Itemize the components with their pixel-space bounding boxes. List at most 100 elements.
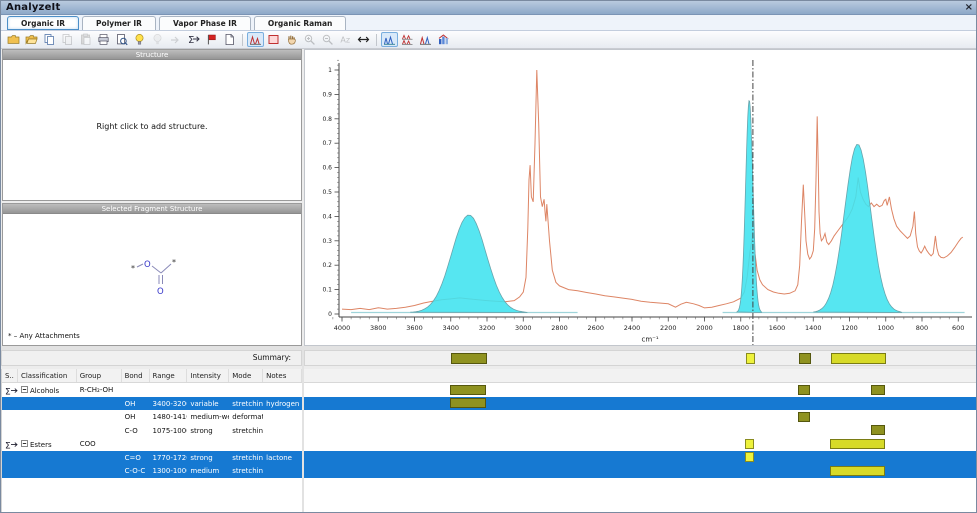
bond-row-c-o[interactable]: C-O1075-1000strongstretching [2, 424, 302, 438]
marker-lane[interactable] [304, 437, 977, 451]
collapse-icon[interactable] [21, 387, 30, 395]
print-preview-icon[interactable] [113, 32, 130, 47]
svg-text:O: O [157, 287, 164, 297]
tab-organic-raman[interactable]: Organic Raman [254, 16, 347, 30]
table-cell: lactone [263, 451, 302, 465]
zoom-out-icon [319, 32, 336, 47]
table-cell [18, 464, 77, 478]
svg-text:0.4: 0.4 [322, 213, 332, 220]
table-cell [18, 410, 77, 424]
table-cell: R-CH₂-OH [77, 383, 122, 397]
table-cell [150, 383, 188, 397]
table-cell: 1770-1720 [150, 451, 188, 465]
column-header-mode[interactable]: Mode [229, 369, 263, 382]
bond-row-c-o[interactable]: C=O1770-1720strongstretchinglactone [2, 451, 302, 465]
stacked-spectra-icon[interactable] [399, 32, 416, 47]
table-cell [77, 424, 122, 438]
copy-icon[interactable] [41, 32, 58, 47]
region-select-icon[interactable] [265, 32, 282, 47]
table-cell [263, 383, 302, 397]
tab-vapor-phase-ir[interactable]: Vapor Phase IR [159, 16, 251, 30]
table-cell [122, 383, 150, 397]
table-cell [263, 464, 302, 478]
column-header-notes[interactable]: Notes [263, 369, 302, 382]
summary-label: Summary: [253, 353, 291, 362]
marker-lane[interactable] [304, 410, 977, 424]
table-cell: variable [187, 397, 229, 411]
open-folder-icon[interactable] [5, 32, 22, 47]
analyze-icon[interactable] [435, 32, 452, 47]
zoom-in-icon [301, 32, 318, 47]
sum-groups-icon[interactable]: Σ [185, 32, 202, 47]
range-marker [745, 452, 754, 462]
column-header-group[interactable]: Group [77, 369, 122, 382]
column-header-range[interactable]: Range [150, 369, 188, 382]
full-range-icon[interactable] [355, 32, 372, 47]
table-header-row: S..ClassificationGroupBondRangeIntensity… [2, 369, 302, 383]
flag-icon[interactable] [203, 32, 220, 47]
structure-panel[interactable]: Structure Right click to add structure. [2, 49, 302, 201]
svg-text:2200: 2200 [660, 324, 677, 332]
group-row-esters[interactable]: ΣEstersCOO [2, 437, 302, 451]
svg-text:0.5: 0.5 [322, 189, 332, 196]
bond-row-oh[interactable]: OH3400-3200variablestretchinghydrogen [2, 397, 302, 411]
open-report-icon[interactable] [23, 32, 40, 47]
tab-strip: Organic IRPolymer IRVapor Phase IROrgani… [1, 15, 977, 31]
pan-hand-icon[interactable] [283, 32, 300, 47]
svg-text:2000: 2000 [696, 324, 713, 332]
overlay-spectra-icon[interactable] [381, 32, 398, 47]
classification-label: Esters [30, 441, 52, 449]
any-attachments-legend: * – Any Attachments [8, 332, 80, 340]
marker-lane[interactable] [304, 424, 977, 438]
close-icon[interactable]: × [965, 3, 973, 13]
table-cell [187, 383, 229, 397]
table-cell [2, 410, 18, 424]
svg-text:3000: 3000 [515, 324, 532, 332]
table-cell: stretching [229, 424, 263, 438]
marker-lane[interactable] [304, 397, 977, 411]
marker-lane[interactable] [304, 383, 977, 397]
collapse-icon[interactable] [21, 441, 30, 449]
summary-marker-strip [304, 350, 977, 366]
svg-text:Σ: Σ [5, 388, 11, 396]
analyzeit-window: AnalyzeIt × Organic IRPolymer IRVapor Ph… [0, 0, 977, 513]
spectrum-chart[interactable]: 00.10.20.30.40.50.60.70.80.9140003800360… [305, 50, 977, 345]
svg-text:3800: 3800 [370, 324, 387, 332]
svg-text:0.9: 0.9 [322, 91, 332, 98]
table-cell: 1300-1000 [150, 464, 188, 478]
hint-bulb-icon[interactable] [131, 32, 148, 47]
marker-lane[interactable] [304, 451, 977, 465]
column-header-bond[interactable]: Bond [122, 369, 150, 382]
table-cell [187, 437, 229, 451]
table-cell [77, 464, 122, 478]
group-row-alcohols[interactable]: ΣAlcoholsR-CH₂-OH [2, 383, 302, 397]
svg-text:800: 800 [916, 324, 928, 332]
report-page-icon[interactable] [221, 32, 238, 47]
structure-placeholder-text: Right click to add structure. [3, 122, 301, 131]
tab-polymer-ir[interactable]: Polymer IR [82, 16, 156, 30]
fragment-molecule-drawing: *OO* [3, 216, 301, 336]
column-header-intensity[interactable]: Intensity [187, 369, 229, 382]
autoscale-icon: Az [337, 32, 354, 47]
peak-picking-icon[interactable] [247, 32, 264, 47]
print-icon[interactable] [95, 32, 112, 47]
column-header-classification[interactable]: Classification [18, 369, 77, 382]
table-cell: 3400-3200 [150, 397, 188, 411]
marker-lane[interactable] [304, 464, 977, 478]
table-cell [263, 437, 302, 451]
fragment-panel-header: Selected Fragment Structure [3, 204, 301, 214]
table-cell: medium [187, 464, 229, 478]
column-header-s[interactable]: S.. [2, 369, 18, 382]
sum-contribution-icon: Σ [2, 383, 18, 397]
table-cell: stretching [229, 397, 263, 411]
table-cell [2, 424, 18, 438]
svg-text:*: * [172, 258, 176, 267]
split-spectra-icon[interactable] [417, 32, 434, 47]
svg-text:2600: 2600 [587, 324, 604, 332]
bond-row-c-o-c[interactable]: C-O-C1300-1000mediumstretching [2, 464, 302, 478]
classification-cell: Esters [18, 437, 77, 451]
spectrum-chart-pane: 00.10.20.30.40.50.60.70.80.9140003800360… [304, 49, 977, 346]
bond-row-oh[interactable]: OH1480-1410medium-weakdeformation [2, 410, 302, 424]
marker-panel-header [304, 369, 977, 383]
tab-organic-ir[interactable]: Organic IR [7, 16, 79, 30]
